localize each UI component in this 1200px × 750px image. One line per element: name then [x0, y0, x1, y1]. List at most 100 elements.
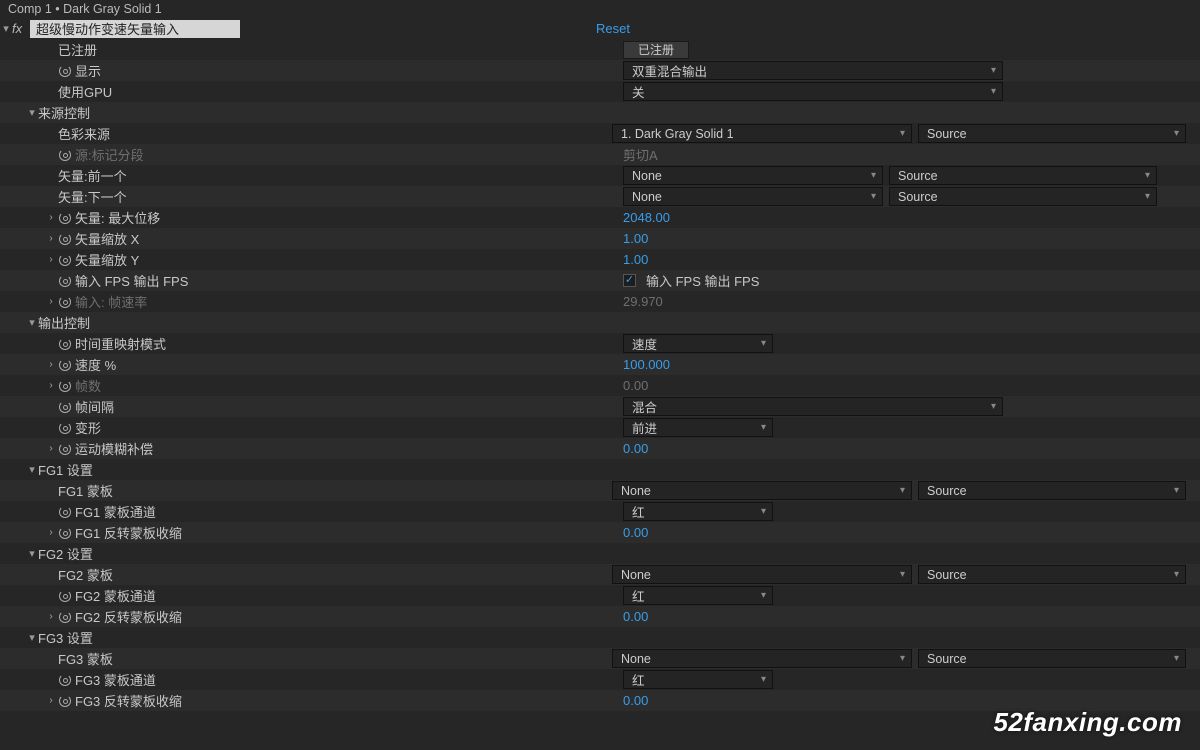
dropdown-value: 1. Dark Gray Solid 1 [621, 127, 734, 141]
dropdown[interactable]: None▾ [612, 481, 912, 500]
dropdown[interactable]: Source▾ [889, 187, 1157, 206]
expand-arrow-icon[interactable]: › [46, 380, 56, 391]
twirl-icon[interactable]: ▾ [26, 547, 38, 560]
registered-button[interactable]: 已注册 [623, 41, 689, 59]
property-label: 变形 [75, 418, 101, 437]
value-column: None▾ Source▾ [612, 564, 1200, 585]
label-column: ›速度 % [0, 354, 623, 375]
numeric-value[interactable]: 0.00 [623, 441, 648, 456]
dropdown[interactable]: Source▾ [918, 565, 1186, 584]
property-label: 输入 FPS 输出 FPS [75, 271, 188, 290]
dropdown[interactable]: None▾ [612, 565, 912, 584]
checkbox[interactable] [623, 274, 636, 287]
dropdown[interactable]: 前进▾ [623, 418, 773, 437]
dropdown[interactable]: 1. Dark Gray Solid 1▾ [612, 124, 912, 143]
stopwatch-icon[interactable] [58, 673, 71, 686]
stopwatch-icon[interactable] [58, 694, 71, 707]
dropdown[interactable]: 红▾ [623, 502, 773, 521]
dropdown[interactable]: 混合▾ [623, 397, 1003, 416]
label-column: 色彩来源 [0, 123, 612, 144]
value-column: 1.00 [623, 249, 1200, 270]
numeric-value[interactable]: 0.00 [623, 693, 648, 708]
label-column: FG1 蒙板通道 [0, 501, 623, 522]
numeric-value-disabled: 29.970 [623, 294, 663, 309]
stopwatch-icon[interactable] [58, 589, 71, 602]
dropdown[interactable]: None▾ [623, 187, 883, 206]
stopwatch-icon[interactable] [58, 379, 71, 392]
value-column: 前进▾ [623, 417, 1200, 438]
dropdown[interactable]: None▾ [623, 166, 883, 185]
stopwatch-icon[interactable] [58, 274, 71, 287]
stopwatch-icon[interactable] [58, 442, 71, 455]
stopwatch-icon[interactable] [58, 358, 71, 371]
composition-title: Comp 1 • Dark Gray Solid 1 [0, 0, 1200, 18]
stopwatch-icon[interactable] [58, 526, 71, 539]
value-column: None▾ Source▾ [612, 480, 1200, 501]
expand-arrow-icon[interactable]: › [46, 611, 56, 622]
numeric-value[interactable]: 1.00 [623, 231, 648, 246]
expand-arrow-icon[interactable]: › [46, 254, 56, 265]
label-column: FG2 蒙板 [0, 564, 612, 585]
numeric-value[interactable]: 0.00 [623, 609, 648, 624]
fx-icon[interactable]: fx [12, 21, 30, 36]
numeric-value[interactable]: 0.00 [623, 525, 648, 540]
twirl-icon[interactable]: ▾ [26, 106, 38, 119]
dropdown[interactable]: Source▾ [918, 481, 1186, 500]
expand-arrow-icon[interactable]: › [46, 527, 56, 538]
stopwatch-icon[interactable] [58, 421, 71, 434]
dropdown-value: None [632, 169, 662, 183]
expand-arrow-icon[interactable]: › [46, 296, 56, 307]
stopwatch-icon[interactable] [58, 148, 71, 161]
property-label: 源:标记分段 [75, 145, 144, 164]
stopwatch-icon[interactable] [58, 400, 71, 413]
dropdown[interactable]: Source▾ [918, 649, 1186, 668]
stopwatch-icon[interactable] [58, 295, 71, 308]
twirl-icon[interactable]: ▾ [26, 316, 38, 329]
dropdown[interactable]: Source▾ [889, 166, 1157, 185]
numeric-value[interactable]: 2048.00 [623, 210, 670, 225]
expand-arrow-icon[interactable]: › [46, 359, 56, 370]
numeric-value[interactable]: 100.000 [623, 357, 670, 372]
reset-link[interactable]: Reset [596, 21, 630, 36]
stopwatch-icon[interactable] [58, 232, 71, 245]
property-row: 显示双重混合输出▾ [0, 60, 1200, 81]
twirl-icon[interactable]: ▾ [26, 463, 38, 476]
property-row: 已注册已注册 [0, 39, 1200, 60]
property-row: FG3 蒙板通道红▾ [0, 669, 1200, 690]
expand-arrow-icon[interactable]: › [46, 212, 56, 223]
value-column: 0.00 [623, 375, 1200, 396]
label-column: ▾FG3 设置 [0, 627, 623, 648]
stopwatch-icon[interactable] [58, 610, 71, 623]
dropdown[interactable]: 双重混合输出▾ [623, 61, 1003, 80]
effect-name[interactable]: 超级慢动作变速矢量输入 [30, 20, 240, 38]
stopwatch-icon[interactable] [58, 337, 71, 350]
dropdown[interactable]: 速度▾ [623, 334, 773, 353]
value-column: None▾ Source▾ [623, 186, 1200, 207]
property-label: 来源控制 [38, 103, 90, 122]
stopwatch-icon[interactable] [58, 253, 71, 266]
label-column: ›矢量缩放 X [0, 228, 623, 249]
dropdown-value: 双重混合输出 [632, 61, 707, 80]
property-label: 运动模糊补偿 [75, 439, 153, 458]
dropdown[interactable]: 关▾ [623, 82, 1003, 101]
stopwatch-icon[interactable] [58, 64, 71, 77]
expand-arrow-icon[interactable]: › [46, 233, 56, 244]
value-column: 关▾ [623, 81, 1200, 102]
property-label: 矢量: 最大位移 [75, 208, 160, 227]
stopwatch-icon[interactable] [58, 211, 71, 224]
twirl-icon[interactable]: ▾ [26, 631, 38, 644]
label-column: FG1 蒙板 [0, 480, 612, 501]
label-column: 使用GPU [0, 81, 623, 102]
label-column: 输入 FPS 输出 FPS [0, 270, 623, 291]
dropdown[interactable]: 红▾ [623, 586, 773, 605]
effect-twirl-icon[interactable]: ▾ [0, 22, 12, 35]
expand-arrow-icon[interactable]: › [46, 695, 56, 706]
expand-arrow-icon[interactable]: › [46, 443, 56, 454]
dropdown[interactable]: None▾ [612, 649, 912, 668]
property-row: ›矢量缩放 X1.00 [0, 228, 1200, 249]
dropdown[interactable]: 红▾ [623, 670, 773, 689]
numeric-value[interactable]: 1.00 [623, 252, 648, 267]
label-column: › 矢量: 最大位移 [0, 207, 623, 228]
stopwatch-icon[interactable] [58, 505, 71, 518]
dropdown[interactable]: Source▾ [918, 124, 1186, 143]
